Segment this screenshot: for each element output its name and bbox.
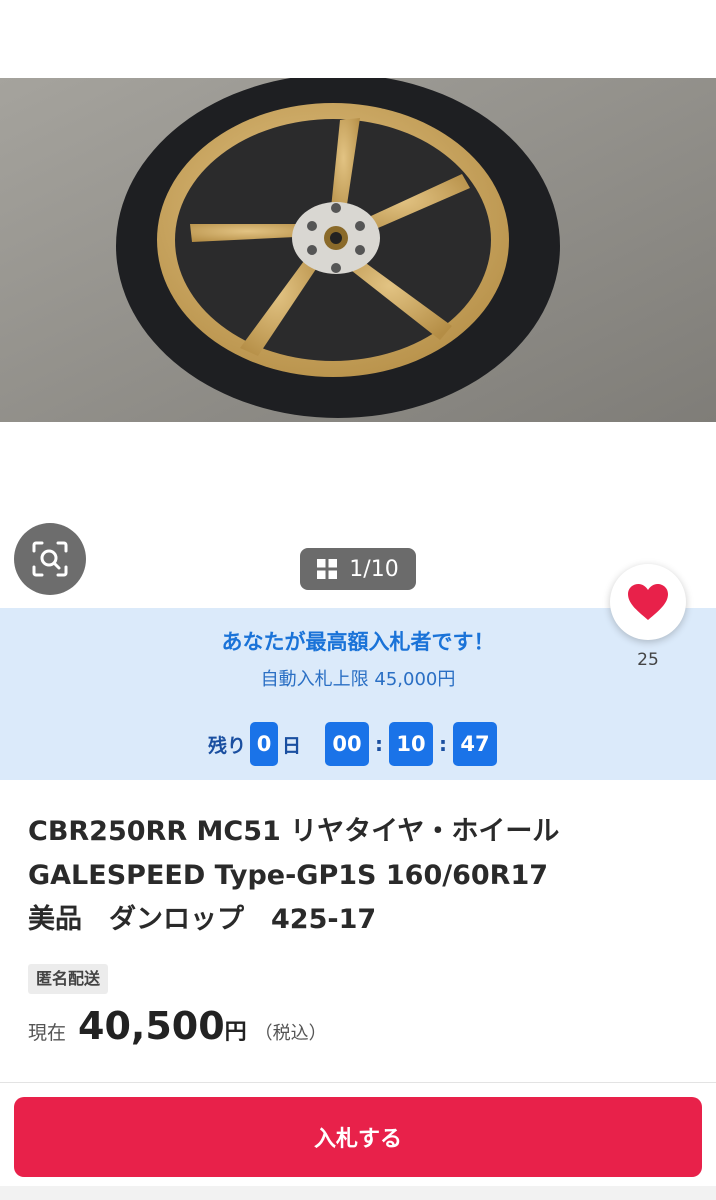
grid-icon: [317, 559, 338, 579]
timer-separator: :: [375, 732, 384, 756]
remaining-label: 残り: [208, 734, 247, 757]
bid-button[interactable]: 入札する: [14, 1097, 702, 1177]
item-title-line: GALESPEED Type-GP1S 160/60R17: [28, 860, 549, 891]
days-unit: 日: [282, 734, 302, 757]
anonymous-shipping-badge: 匿名配送: [28, 964, 109, 994]
price-label: 現在: [28, 1022, 67, 1044]
timer-seconds: 47: [453, 722, 498, 766]
item-title: CBR250RR MC51 リヤタイヤ・ホイール GALESPEED Type-…: [28, 810, 688, 942]
heart-icon: [628, 584, 668, 620]
current-price: 現在 40,500 円 （税込）: [28, 1004, 327, 1056]
product-photo[interactable]: [0, 78, 716, 422]
auto-bid-limit: 自動入札上限 45,000円: [260, 669, 456, 690]
price-value: 40,500: [78, 1004, 225, 1048]
top-blank-area: [0, 0, 716, 78]
timer-separator: :: [439, 732, 448, 756]
wheel-image: [0, 78, 716, 422]
price-unit: 円: [224, 1020, 247, 1045]
favorite-button[interactable]: [610, 564, 686, 640]
bottom-edge: [0, 1186, 716, 1200]
divider: [0, 1082, 716, 1083]
timer-minutes: 10: [389, 722, 434, 766]
timer-days: 0: [250, 722, 279, 766]
image-counter[interactable]: 1/10: [300, 548, 416, 590]
item-title-line: CBR250RR MC51 リヤタイヤ・ホイール: [28, 816, 560, 847]
item-title-line: 美品 ダンロップ 425-17: [28, 904, 377, 935]
timer-hours: 00: [325, 722, 370, 766]
image-search-button[interactable]: [14, 523, 86, 595]
countdown-timer: 残り 0 日 00 : 10 : 47: [208, 722, 498, 766]
image-counter-text: 1/10: [349, 556, 399, 582]
image-search-icon: [32, 541, 68, 577]
price-tax-note: （税込）: [254, 1023, 327, 1044]
favorite-count: 25: [637, 650, 659, 670]
highest-bidder-message: あなたが最高額入札者です！: [221, 630, 495, 654]
